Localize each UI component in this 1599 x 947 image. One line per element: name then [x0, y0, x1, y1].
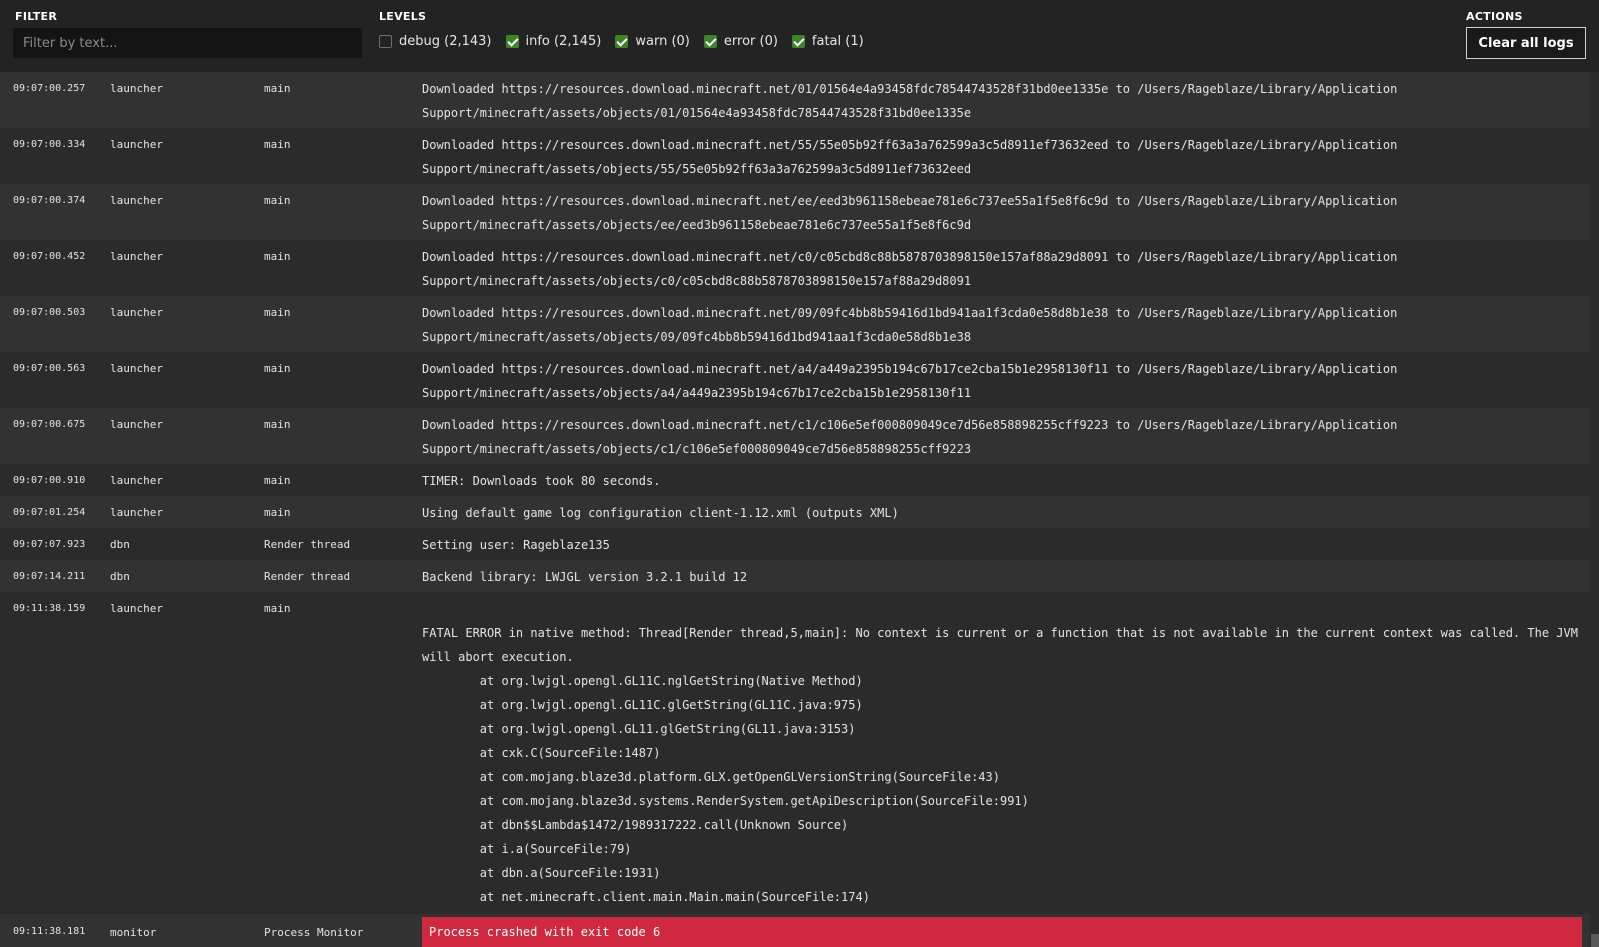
log-thread: main	[264, 250, 291, 263]
log-timestamp: 09:07:00.910	[13, 475, 86, 486]
crash-banner: Process crashed with exit code 6	[422, 917, 1582, 947]
log-message: Downloaded https://resources.download.mi…	[422, 194, 1398, 232]
log-thread: Render thread	[264, 538, 351, 551]
log-row: 09:07:00.452 launcher main Downloaded ht…	[0, 240, 1590, 296]
log-timestamp: 09:07:00.503	[13, 307, 86, 318]
log-message: Downloaded https://resources.download.mi…	[422, 138, 1398, 176]
log-message: Downloaded https://resources.download.mi…	[422, 418, 1398, 456]
log-message: TIMER: Downloads took 80 seconds.	[422, 474, 661, 488]
log-thread: main	[264, 602, 291, 615]
log-message: Downloaded https://resources.download.mi…	[422, 250, 1398, 288]
log-thread: main	[264, 138, 291, 151]
log-source: monitor	[110, 926, 157, 939]
level-fatal-label: fatal (1)	[811, 33, 864, 49]
log-timestamp: 09:07:00.334	[13, 139, 86, 150]
log-row: 09:07:00.334 launcher main Downloaded ht…	[0, 128, 1590, 184]
warn-checkbox[interactable]	[615, 34, 629, 48]
log-row: 09:07:00.675 launcher main Downloaded ht…	[0, 408, 1590, 464]
log-source: dbn	[110, 570, 130, 583]
log-source: launcher	[110, 474, 163, 487]
fatal-error-message: FATAL ERROR in native method: Thread[Ren…	[422, 626, 1578, 904]
log-row: 09:07:00.257 launcher main Downloaded ht…	[0, 72, 1590, 128]
log-timestamp: 09:07:00.563	[13, 363, 86, 374]
log-row: 09:07:14.211 dbn Render thread Backend l…	[0, 560, 1590, 592]
log-timestamp: 09:07:00.675	[13, 419, 86, 430]
levels-group: debug (2,143) info (2,145) warn (0) erro…	[379, 32, 878, 50]
log-timestamp: 09:07:00.257	[13, 83, 86, 94]
filter-title: FILTER	[15, 10, 58, 23]
log-timestamp: 09:07:01.254	[13, 507, 86, 518]
toolbar: FILTER LEVELS debug (2,143) info (2,145)…	[0, 0, 1599, 72]
log-thread: main	[264, 418, 291, 431]
log-source: launcher	[110, 194, 163, 207]
log-thread: main	[264, 194, 291, 207]
log-message: Downloaded https://resources.download.mi…	[422, 306, 1398, 344]
fatal-checkbox[interactable]	[791, 34, 805, 48]
log-thread: main	[264, 362, 291, 375]
log-message: Downloaded https://resources.download.mi…	[422, 82, 1398, 120]
log-source: launcher	[110, 602, 163, 615]
error-checkbox[interactable]	[703, 34, 717, 48]
scrollbar[interactable]	[1590, 72, 1599, 947]
level-error-label: error (0)	[723, 33, 778, 49]
log-list: 09:07:00.257 launcher main Downloaded ht…	[0, 72, 1599, 947]
log-source: launcher	[110, 306, 163, 319]
scrollbar-thumb[interactable]	[1591, 934, 1599, 947]
info-checkbox[interactable]	[505, 34, 519, 48]
log-thread: main	[264, 506, 291, 519]
clear-all-logs-button[interactable]: Clear all logs	[1466, 27, 1586, 59]
log-thread: main	[264, 306, 291, 319]
log-row: 09:07:00.503 launcher main Downloaded ht…	[0, 296, 1590, 352]
level-fatal[interactable]: fatal (1)	[791, 33, 864, 49]
log-thread: Render thread	[264, 570, 351, 583]
log-timestamp: 09:07:07.923	[13, 539, 86, 550]
log-row: 09:07:01.254 launcher main Using default…	[0, 496, 1590, 528]
log-thread: Process Monitor	[264, 926, 364, 939]
log-timestamp: 09:11:38.181	[13, 926, 86, 937]
crash-message: Process crashed with exit code 6	[429, 925, 661, 939]
level-error[interactable]: error (0)	[703, 33, 778, 49]
log-source: dbn	[110, 538, 130, 551]
log-message: Backend library: LWJGL version 3.2.1 bui…	[422, 570, 748, 584]
level-info[interactable]: info (2,145)	[505, 33, 602, 49]
log-row: 09:07:00.374 launcher main Downloaded ht…	[0, 184, 1590, 240]
log-source: launcher	[110, 418, 163, 431]
log-message: Using default game log configuration cli…	[422, 506, 899, 520]
log-row: 09:07:00.910 launcher main TIMER: Downlo…	[0, 464, 1590, 496]
log-timestamp: 09:07:00.452	[13, 251, 86, 262]
log-row: 09:07:00.563 launcher main Downloaded ht…	[0, 352, 1590, 408]
log-timestamp: 09:11:38.159	[13, 603, 86, 614]
log-message: Downloaded https://resources.download.mi…	[422, 362, 1398, 400]
log-row-fatal: 09:11:38.159 launcher main FATAL ERROR i…	[0, 592, 1590, 914]
level-warn-label: warn (0)	[635, 33, 690, 49]
log-thread: main	[264, 82, 291, 95]
log-message: Setting user: Rageblaze135	[422, 538, 610, 552]
log-source: launcher	[110, 82, 163, 95]
log-row: 09:07:07.923 dbn Render thread Setting u…	[0, 528, 1590, 560]
level-debug[interactable]: debug (2,143)	[379, 34, 492, 49]
actions-title: ACTIONS	[1466, 10, 1523, 23]
level-info-label: info (2,145)	[525, 33, 602, 49]
log-source: launcher	[110, 250, 163, 263]
debug-checkbox[interactable]	[379, 34, 392, 48]
log-source: launcher	[110, 138, 163, 151]
log-timestamp: 09:07:00.374	[13, 195, 86, 206]
log-thread: main	[264, 474, 291, 487]
log-source: launcher	[110, 506, 163, 519]
filter-input[interactable]	[13, 28, 362, 58]
level-debug-label: debug (2,143)	[399, 33, 492, 49]
log-row-crash: 09:11:38.181 monitor Process Monitor Pro…	[0, 914, 1590, 947]
log-source: launcher	[110, 362, 163, 375]
levels-title: LEVELS	[379, 10, 427, 23]
log-timestamp: 09:07:14.211	[13, 571, 86, 582]
level-warn[interactable]: warn (0)	[615, 34, 690, 49]
